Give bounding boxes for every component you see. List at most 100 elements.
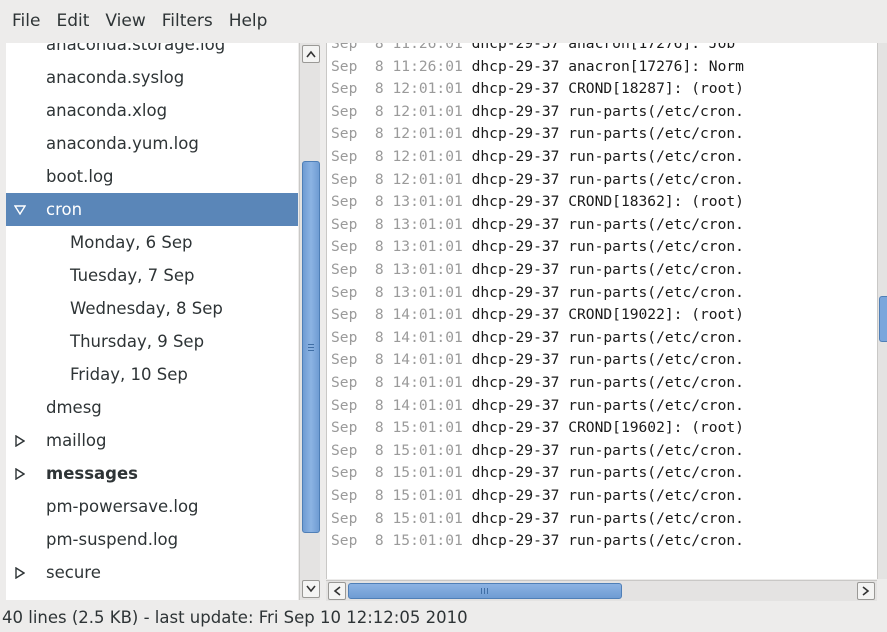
status-bar: 40 lines (2.5 KB) - last update: Fri Sep…	[2, 608, 468, 627]
log-timestamp: Sep 8 12:01:01	[331, 102, 463, 120]
triangle-down-icon[interactable]	[12, 193, 28, 226]
tree-item-label: Friday, 10 Sep	[70, 365, 188, 384]
menu-edit[interactable]: Edit	[48, 11, 97, 31]
log-line: Sep 8 15:01:01 dhcp-29-37 run-parts(/etc…	[331, 462, 877, 485]
log-line: Sep 8 15:01:01 dhcp-29-37 run-parts(/etc…	[331, 530, 877, 553]
menubar: File Edit View Filters Help	[0, 0, 887, 42]
log-text-view[interactable]: Sep 8 11:26:01 dhcp-29-37 anacron[17276]…	[326, 43, 877, 579]
log-message: dhcp-29-37 run-parts(/etc/cron.	[462, 351, 744, 369]
log-line: Sep 8 12:01:01 dhcp-29-37 run-parts(/etc…	[331, 101, 877, 124]
log-timestamp: Sep 8 12:01:01	[331, 125, 463, 143]
log-message: dhcp-29-37 run-parts(/etc/cron.	[462, 396, 744, 414]
log-timestamp: Sep 8 13:01:01	[331, 193, 463, 211]
log-timestamp: Sep 8 13:01:01	[331, 215, 463, 233]
tree-item-label: messages	[46, 464, 138, 483]
log-line: Sep 8 14:01:01 dhcp-29-37 run-parts(/etc…	[331, 395, 877, 418]
log-line: Sep 8 14:01:01 dhcp-29-37 run-parts(/etc…	[331, 349, 877, 372]
log-timestamp: Sep 8 14:01:01	[331, 306, 463, 324]
tree-item[interactable]: dmesg	[6, 391, 298, 424]
log-line: Sep 8 14:01:01 dhcp-29-37 CROND[19022]: …	[331, 304, 877, 327]
tree-item[interactable]: pm-suspend.log	[6, 523, 298, 556]
log-message: dhcp-29-37 run-parts(/etc/cron.	[462, 532, 744, 550]
tree-item-label: anaconda.yum.log	[46, 134, 199, 153]
tree-item[interactable]: anaconda.storage.log	[6, 43, 298, 61]
menu-help[interactable]: Help	[221, 11, 276, 31]
arrow-up-icon[interactable]	[302, 45, 320, 63]
log-vertical-scrollbar[interactable]	[877, 43, 887, 579]
tree-item[interactable]: secure	[6, 556, 298, 589]
tree-item[interactable]: Monday, 6 Sep	[6, 226, 298, 259]
log-message: dhcp-29-37 CROND[18362]: (root)	[462, 193, 744, 211]
tree-item-label: cron	[46, 200, 83, 219]
arrow-down-icon[interactable]	[302, 580, 320, 598]
tree-item[interactable]: pm-powersave.log	[6, 490, 298, 523]
triangle-right-icon[interactable]	[12, 424, 28, 457]
tree-item-label: Wednesday, 8 Sep	[70, 299, 223, 318]
log-message: dhcp-29-37 CROND[19602]: (root)	[462, 419, 744, 437]
log-file-tree[interactable]: anaconda.storage.log anaconda.syslog anaco…	[6, 43, 298, 600]
log-line: Sep 8 11:26:01 dhcp-29-37 anacron[17276]…	[331, 56, 877, 79]
log-timestamp: Sep 8 11:26:01	[331, 43, 463, 52]
log-line: Sep 8 13:01:01 dhcp-29-37 run-parts(/etc…	[331, 214, 877, 237]
tree-item[interactable]: anaconda.yum.log	[6, 127, 298, 160]
tree-item[interactable]: maillog	[6, 424, 298, 457]
triangle-right-icon[interactable]	[12, 457, 28, 490]
log-line: Sep 8 15:01:01 dhcp-29-37 CROND[19602]: …	[331, 417, 877, 440]
menu-file[interactable]: File	[0, 11, 48, 31]
log-timestamp: Sep 8 15:01:01	[331, 419, 463, 437]
log-message: dhcp-29-37 run-parts(/etc/cron.	[462, 102, 744, 120]
log-message: dhcp-29-37 run-parts(/etc/cron.	[462, 464, 744, 482]
log-message: dhcp-29-37 run-parts(/etc/cron.	[462, 170, 744, 188]
log-line: Sep 8 14:01:01 dhcp-29-37 run-parts(/etc…	[331, 327, 877, 350]
log-message: dhcp-29-37 CROND[18287]: (root)	[462, 80, 744, 98]
menu-filters[interactable]: Filters	[154, 11, 221, 31]
log-line: Sep 8 12:01:01 dhcp-29-37 CROND[18287]: …	[331, 78, 877, 101]
log-timestamp: Sep 8 13:01:01	[331, 261, 463, 278]
tree-item[interactable]: anaconda.xlog	[6, 94, 298, 127]
tree-item-label: anaconda.xlog	[46, 101, 168, 120]
log-hscroll-thumb[interactable]	[348, 583, 622, 599]
tree-item[interactable]: Wednesday, 8 Sep	[6, 292, 298, 325]
log-message: dhcp-29-37 run-parts(/etc/cron.	[462, 261, 744, 278]
log-vscroll-thumb[interactable]	[879, 296, 887, 342]
log-message: dhcp-29-37 run-parts(/etc/cron.	[462, 441, 744, 459]
log-message: dhcp-29-37 anacron[17276]: Job	[462, 43, 736, 52]
log-line: Sep 8 15:01:01 dhcp-29-37 run-parts(/etc…	[331, 440, 877, 463]
tree-item[interactable]: messages	[6, 457, 298, 490]
tree-item-label: secure	[46, 563, 101, 582]
log-timestamp: Sep 8 11:26:01	[331, 57, 463, 75]
log-message: dhcp-29-37 run-parts(/etc/cron.	[462, 238, 744, 256]
tree-item[interactable]: boot.log	[6, 160, 298, 193]
log-message: dhcp-29-37 CROND[19022]: (root)	[462, 306, 744, 324]
log-line: Sep 8 15:01:01 dhcp-29-37 run-parts(/etc…	[331, 508, 877, 531]
menu-view[interactable]: View	[97, 11, 153, 31]
log-line: Sep 8 13:01:01 dhcp-29-37 run-parts(/etc…	[331, 236, 877, 259]
log-line: Sep 8 15:01:01 dhcp-29-37 run-parts(/etc…	[331, 485, 877, 508]
log-horizontal-scrollbar[interactable]	[326, 580, 877, 601]
tree-item[interactable]: cron	[6, 193, 298, 226]
log-message: dhcp-29-37 anacron[17276]: Norm	[462, 57, 744, 75]
tree-item-label: boot.log	[46, 167, 114, 186]
log-timestamp: Sep 8 12:01:01	[331, 80, 463, 98]
log-message: dhcp-29-37 run-parts(/etc/cron.	[462, 328, 744, 346]
log-message: dhcp-29-37 run-parts(/etc/cron.	[462, 487, 744, 504]
log-timestamp: Sep 8 15:01:01	[331, 441, 463, 459]
tree-item[interactable]: Friday, 10 Sep	[6, 358, 298, 391]
tree-vertical-scrollbar[interactable]	[299, 43, 320, 600]
tree-scroll-thumb[interactable]	[302, 161, 320, 533]
log-timestamp: Sep 8 13:01:01	[331, 283, 463, 301]
log-timestamp: Sep 8 15:01:01	[331, 509, 463, 527]
log-line: Sep 8 14:01:01 dhcp-29-37 run-parts(/etc…	[331, 372, 877, 395]
tree-item-label: Tuesday, 7 Sep	[70, 266, 195, 285]
log-timestamp: Sep 8 13:01:01	[331, 238, 463, 256]
log-timestamp: Sep 8 15:01:01	[331, 464, 463, 482]
log-timestamp: Sep 8 14:01:01	[331, 374, 463, 391]
log-timestamp: Sep 8 14:01:01	[331, 328, 463, 346]
arrow-right-icon[interactable]	[857, 582, 875, 600]
tree-item[interactable]: Tuesday, 7 Sep	[6, 259, 298, 292]
tree-item[interactable]: Thursday, 9 Sep	[6, 325, 298, 358]
arrow-left-icon[interactable]	[328, 582, 346, 600]
tree-item[interactable]: anaconda.syslog	[6, 61, 298, 94]
log-timestamp: Sep 8 12:01:01	[331, 170, 463, 188]
triangle-right-icon[interactable]	[12, 556, 28, 589]
